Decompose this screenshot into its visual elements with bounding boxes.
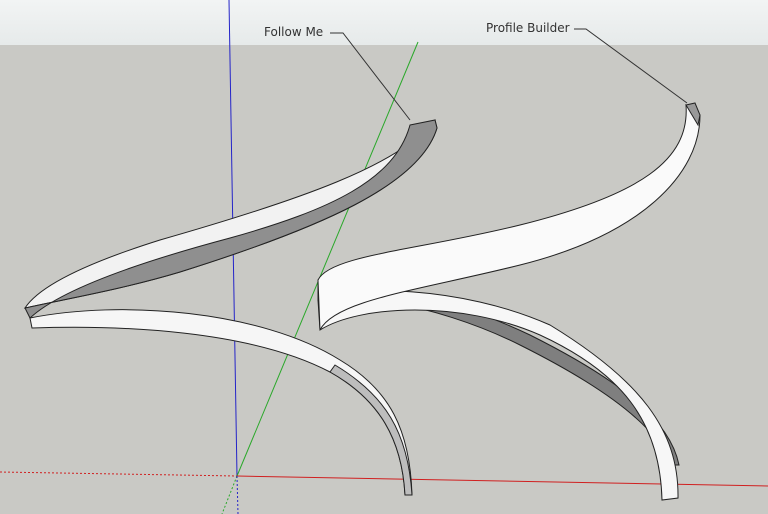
z-axis-negative <box>236 475 239 514</box>
x-axis <box>236 475 768 487</box>
x-axis-negative <box>0 471 238 477</box>
leader-lines <box>330 28 688 121</box>
profile-builder-label: Profile Builder <box>486 21 570 35</box>
follow-me-label: Follow Me <box>264 25 324 39</box>
viewport-3d[interactable] <box>0 0 768 514</box>
y-axis-negative <box>221 475 238 514</box>
profile-builder-ribbon[interactable] <box>317 102 701 501</box>
